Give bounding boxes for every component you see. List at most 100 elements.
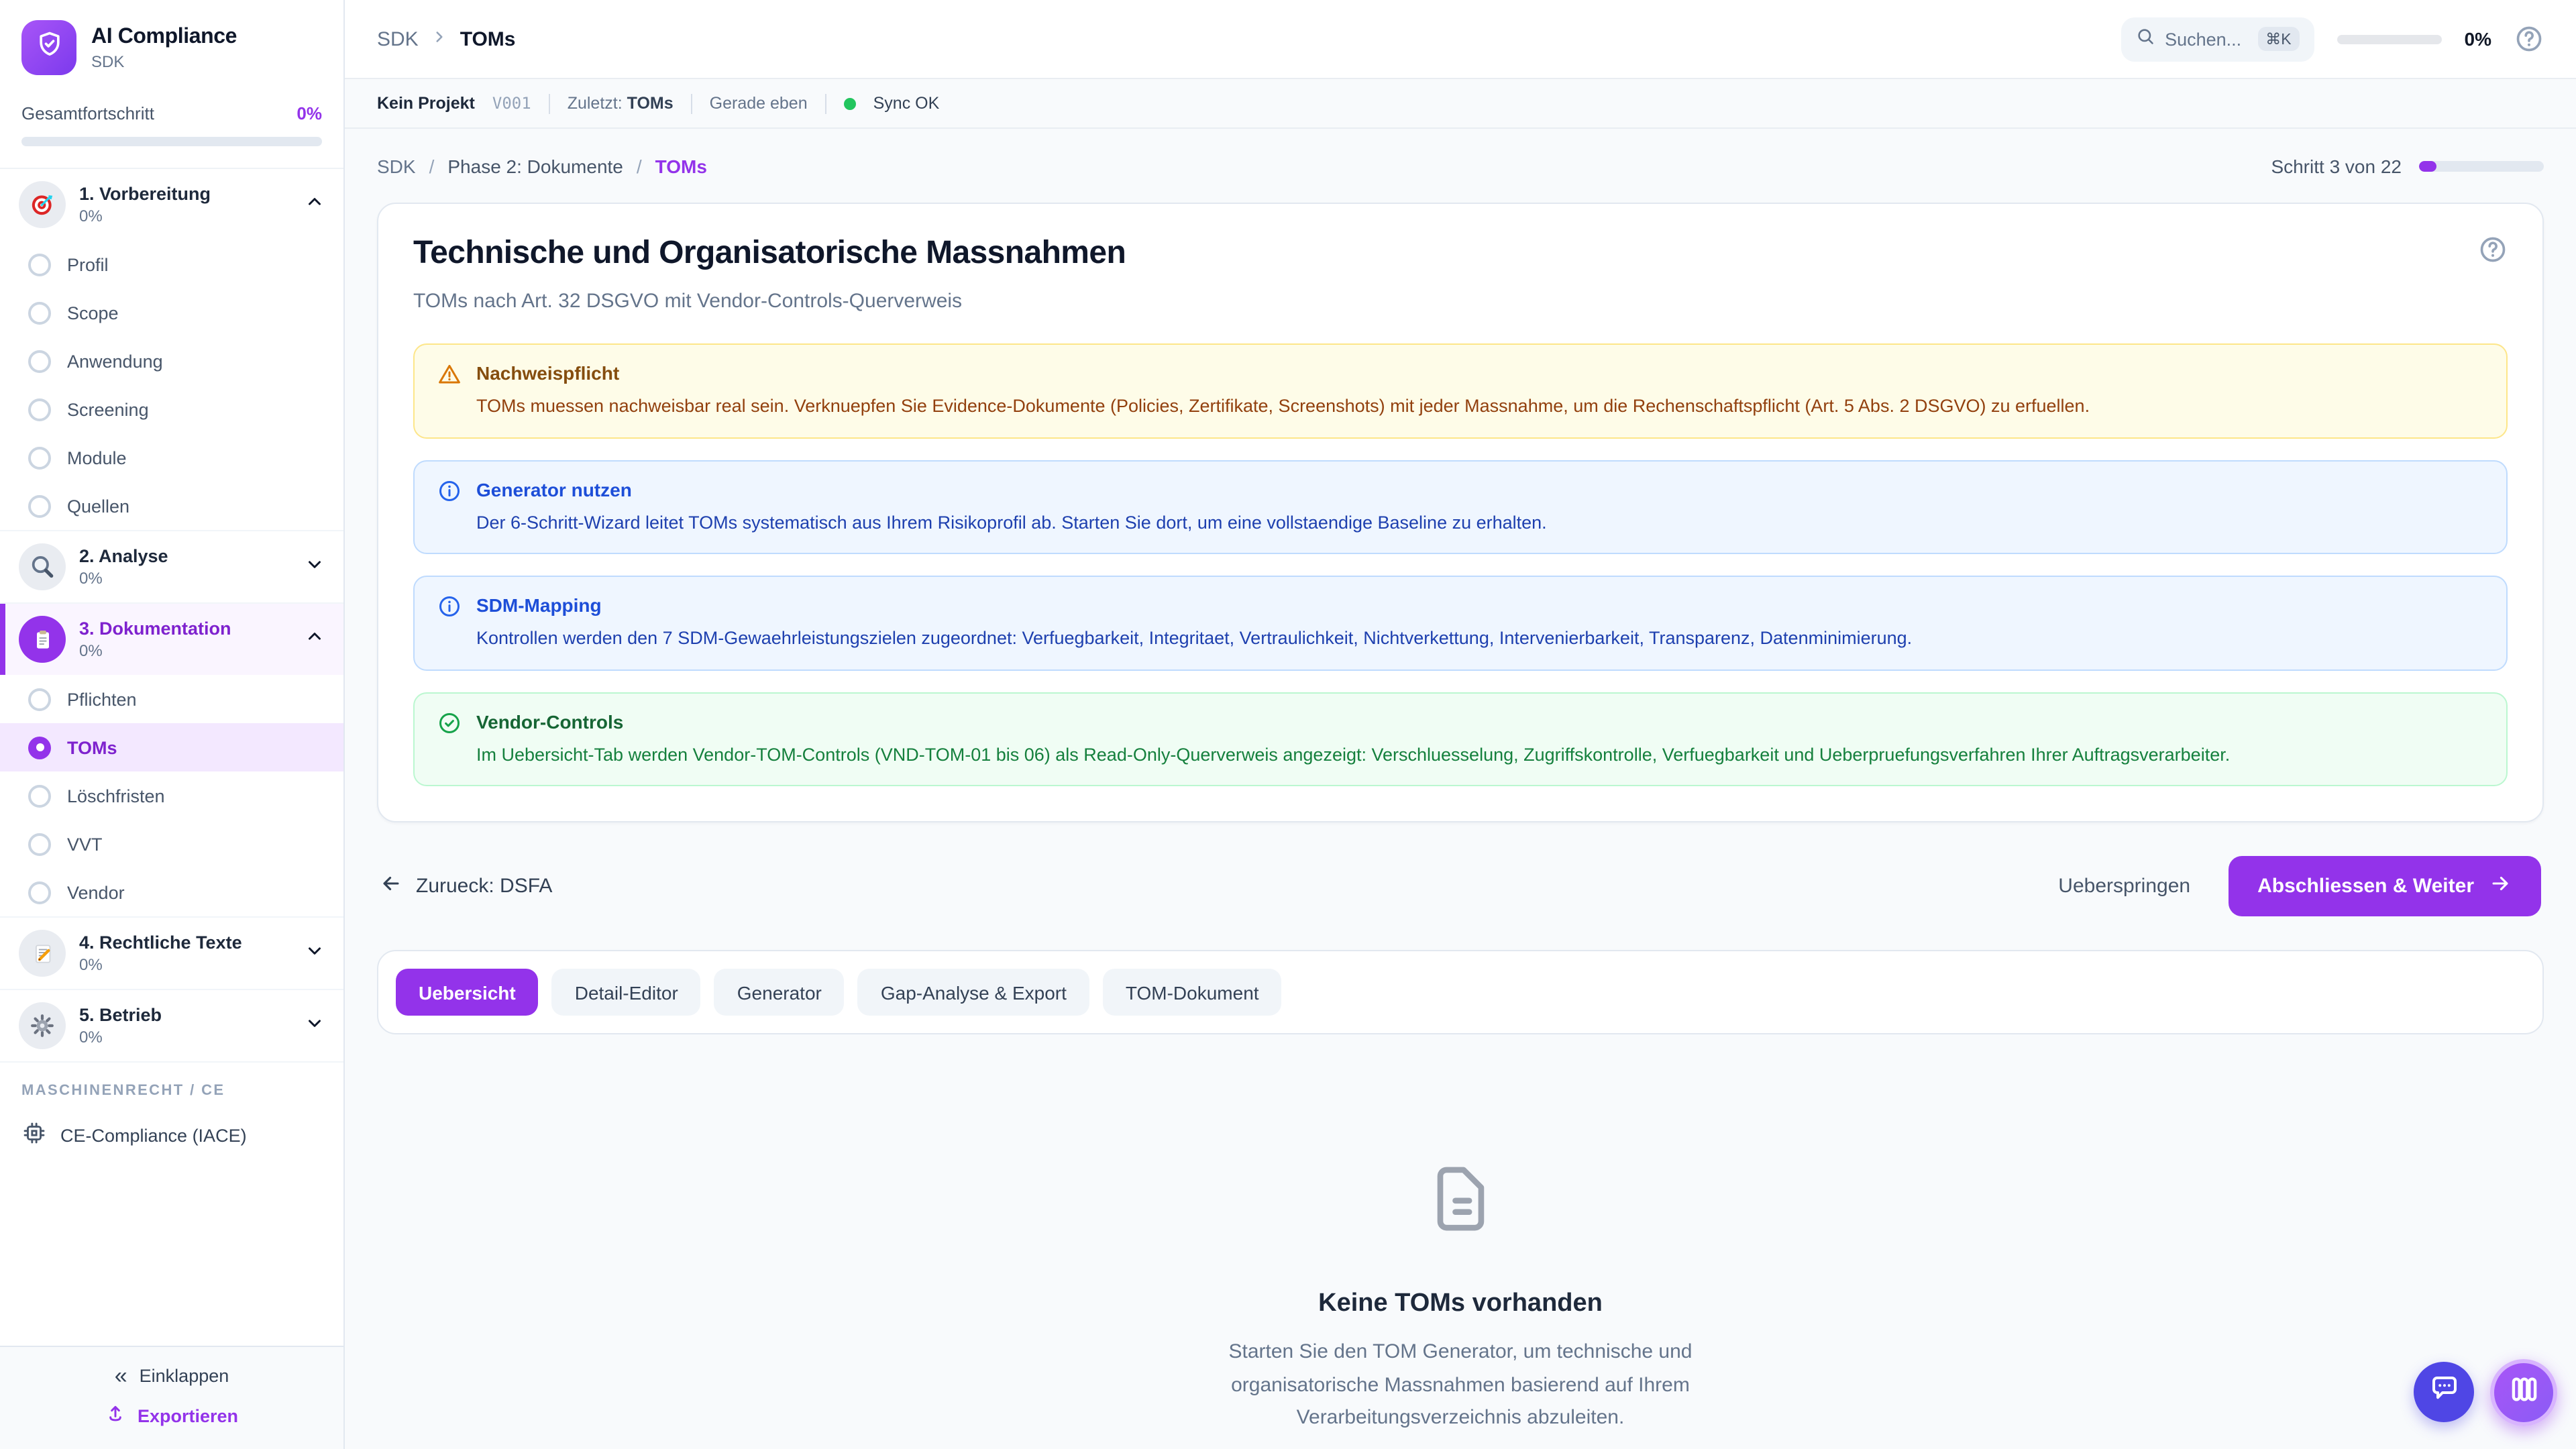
sidebar-item-anwendung[interactable]: Anwendung (0, 337, 343, 385)
app-title: AI Compliance (91, 25, 237, 49)
divider (825, 93, 826, 113)
collapse-sidebar-button[interactable]: « Einklappen (115, 1364, 229, 1387)
memo-icon (19, 930, 66, 977)
skip-button[interactable]: Ueberspringen (2058, 875, 2190, 898)
sidebar-item-pflichten[interactable]: Pflichten (0, 675, 343, 723)
sidebar-item-label: CE-Compliance (IACE) (60, 1125, 247, 1145)
sidebar-item-vendor[interactable]: Vendor (0, 868, 343, 916)
sidebar-section-analyse[interactable]: 2. Analyse 0% (0, 530, 343, 602)
breadcrumb: SDK TOMs (377, 28, 516, 50)
app-subtitle: SDK (91, 52, 237, 70)
chevron-right-icon (431, 28, 448, 50)
sidebar-item-label: Profil (67, 254, 109, 274)
crumb-current: TOMs (655, 156, 707, 177)
sidebar-item-profil[interactable]: Profil (0, 240, 343, 288)
sidebar-item-label: VVT (67, 834, 103, 854)
sidebar-item-label: Quellen (67, 496, 129, 516)
alert-title: Generator nutzen (476, 478, 1547, 500)
upload-icon (105, 1403, 127, 1429)
complete-next-button[interactable]: Abschliessen & Weiter (2228, 857, 2541, 917)
sidebar-section-dokumentation[interactable]: 3. Dokumentation 0% (0, 602, 343, 675)
tab-detail-editor[interactable]: Detail-Editor (552, 969, 701, 1016)
page-subtitle: TOMs nach Art. 32 DSGVO mit Vendor-Contr… (413, 290, 1126, 313)
warning-triangle-icon (437, 362, 462, 419)
page-content: SDK / Phase 2: Dokumente / TOMs Schritt … (345, 129, 2576, 1449)
crumb-phase[interactable]: Phase 2: Dokumente (447, 156, 623, 177)
section-percent: 0% (79, 955, 242, 974)
radio-icon (28, 881, 51, 904)
alert-title: Vendor-Controls (476, 710, 2230, 732)
sidebar-item-label: Module (67, 447, 127, 468)
section-percent: 0% (79, 641, 231, 660)
alert-list: Nachweispflicht TOMs muessen nachweisbar… (413, 343, 2508, 787)
crumb-sdk[interactable]: SDK (377, 156, 416, 177)
step-label: Schritt 3 von 22 (2271, 156, 2402, 177)
overall-progress-track (21, 137, 322, 146)
sidebar-item-screening[interactable]: Screening (0, 385, 343, 433)
alert-generator-nutzen: Generator nutzen Der 6-Schritt-Wizard le… (413, 460, 2508, 554)
alert-vendor-controls: Vendor-Controls Im Uebersicht-Tab werden… (413, 692, 2508, 786)
export-button[interactable]: Exportieren (105, 1403, 238, 1429)
clipboard-icon (19, 616, 66, 663)
sidebar-item-label: TOMs (67, 737, 117, 757)
arrow-right-icon (2489, 873, 2512, 901)
page-title: Technische und Organisatorische Massnahm… (413, 235, 1126, 272)
radio-icon (28, 350, 51, 372)
radio-icon (28, 446, 51, 469)
collapse-icon: « (115, 1364, 127, 1387)
radio-icon (28, 398, 51, 421)
chat-fab[interactable] (2414, 1362, 2474, 1422)
sidebar-item-label: Löschfristen (67, 786, 165, 806)
section-title: 3. Dokumentation (79, 619, 231, 639)
topbar-progress-track (2337, 34, 2442, 44)
sidebar-item-loeschfristen[interactable]: Löschfristen (0, 771, 343, 820)
breadcrumb-root[interactable]: SDK (377, 28, 419, 50)
tab-gap-analyse-export[interactable]: Gap-Analyse & Export (858, 969, 1089, 1016)
check-circle-icon (437, 710, 462, 767)
overall-progress: Gesamtfortschritt 0% (0, 93, 343, 169)
sidebar-item-vvt[interactable]: VVT (0, 820, 343, 868)
card-help-icon[interactable] (2478, 235, 2508, 264)
search-input[interactable]: Suchen... ⌘K (2121, 17, 2314, 61)
topbar: SDK TOMs Suchen... ⌘K 0% (345, 0, 2576, 79)
document-icon (1430, 1164, 1491, 1242)
tab-tom-dokument[interactable]: TOM-Dokument (1103, 969, 1282, 1016)
step-progress-track (2419, 161, 2544, 172)
tab-uebersicht[interactable]: Uebersicht (396, 969, 539, 1016)
sidebar-item-label: Pflichten (67, 689, 137, 709)
info-circle-icon (437, 478, 462, 535)
toms-card: Technische und Organisatorische Massnahm… (377, 203, 2544, 823)
sidebar-item-scope[interactable]: Scope (0, 288, 343, 337)
tab-bar: Uebersicht Detail-Editor Generator Gap-A… (377, 951, 2544, 1035)
step-progress-fill (2419, 161, 2436, 172)
sidebar-item-ce-compliance[interactable]: CE-Compliance (IACE) (0, 1111, 343, 1167)
app-logo (21, 20, 76, 75)
radio-icon (28, 833, 51, 855)
section-title: 5. Betrieb (79, 1005, 162, 1025)
back-button[interactable]: Zurueck: DSFA (380, 873, 552, 901)
empty-state-title: Keine TOMs vorhanden (1318, 1290, 1603, 1320)
tab-generator[interactable]: Generator (714, 969, 845, 1016)
help-icon[interactable] (2514, 24, 2544, 54)
page-breadcrumb: SDK / Phase 2: Dokumente / TOMs (377, 156, 707, 177)
radio-icon (28, 784, 51, 807)
sidebar-section-betrieb[interactable]: 5. Betrieb 0% (0, 989, 343, 1061)
crumb-separator: / (637, 156, 642, 177)
sidebar-section-rechtliche-texte[interactable]: 4. Rechtliche Texte 0% (0, 916, 343, 989)
section-percent: 0% (79, 569, 168, 588)
sidebar-item-module[interactable]: Module (0, 433, 343, 482)
sidebar-section-vorbereitung[interactable]: 1. Vorbereitung 0% (0, 169, 343, 240)
overall-progress-label: Gesamtfortschritt (21, 103, 154, 123)
chevron-down-icon (305, 1012, 325, 1039)
sidebar-item-quellen[interactable]: Quellen (0, 482, 343, 530)
alert-body: Im Uebersicht-Tab werden Vendor-TOM-Cont… (476, 741, 2230, 767)
sidebar-item-toms[interactable]: TOMs (0, 723, 343, 771)
columns-fab[interactable] (2490, 1359, 2557, 1426)
alert-nachweispflicht: Nachweispflicht TOMs muessen nachweisbar… (413, 343, 2508, 438)
alert-sdm-mapping: SDM-Mapping Kontrollen werden den 7 SDM-… (413, 576, 2508, 670)
divider (549, 93, 550, 113)
target-icon (19, 181, 66, 228)
overall-progress-value: 0% (297, 103, 322, 123)
sidebar-group-label: MASCHINENRECHT / CE (0, 1061, 343, 1111)
arrow-left-icon (380, 873, 402, 901)
